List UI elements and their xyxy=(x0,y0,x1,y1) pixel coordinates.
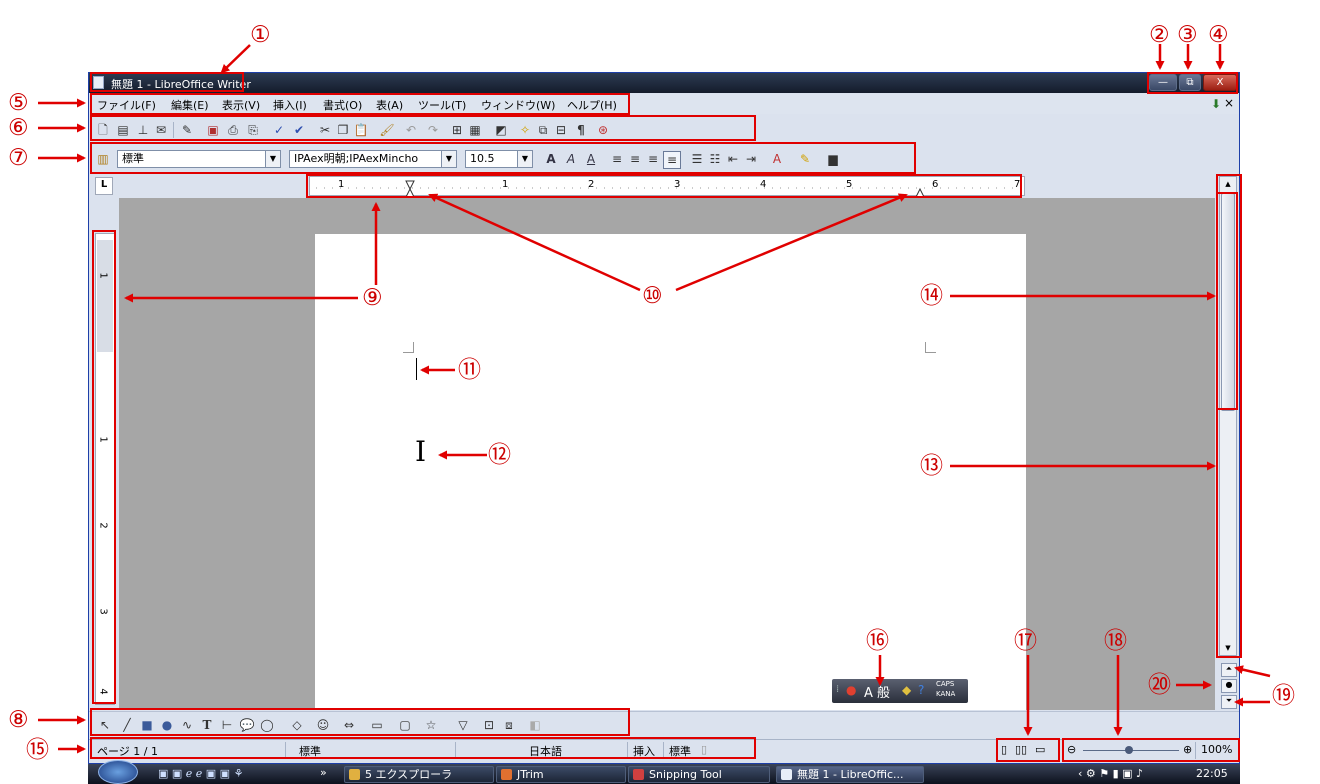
callout-9: ⑨ xyxy=(362,285,383,311)
annotation-arrows xyxy=(38,44,1271,754)
callout-20: ⑳ xyxy=(1148,672,1171,698)
callout-5: ⑤ xyxy=(8,90,29,116)
callout-12: ⑫ xyxy=(488,442,511,468)
callout-6: ⑥ xyxy=(8,115,29,141)
callout-16: ⑯ xyxy=(866,628,889,654)
callout-14: ⑭ xyxy=(920,283,943,309)
callout-17: ⑰ xyxy=(1014,628,1037,654)
callout-11: ⑪ xyxy=(458,357,481,383)
callout-10: ⑩ xyxy=(642,283,663,309)
callout-18: ⑱ xyxy=(1104,628,1127,654)
callout-7: ⑦ xyxy=(8,145,29,171)
callout-8: ⑧ xyxy=(8,707,29,733)
callout-15: ⑮ xyxy=(26,737,49,763)
callout-3: ③ xyxy=(1177,22,1198,48)
callout-1: ① xyxy=(250,22,271,48)
callout-2: ② xyxy=(1149,22,1170,48)
callout-19: ⑲ xyxy=(1272,683,1295,709)
callout-4: ④ xyxy=(1208,22,1229,48)
callout-13: ⑬ xyxy=(920,453,943,479)
